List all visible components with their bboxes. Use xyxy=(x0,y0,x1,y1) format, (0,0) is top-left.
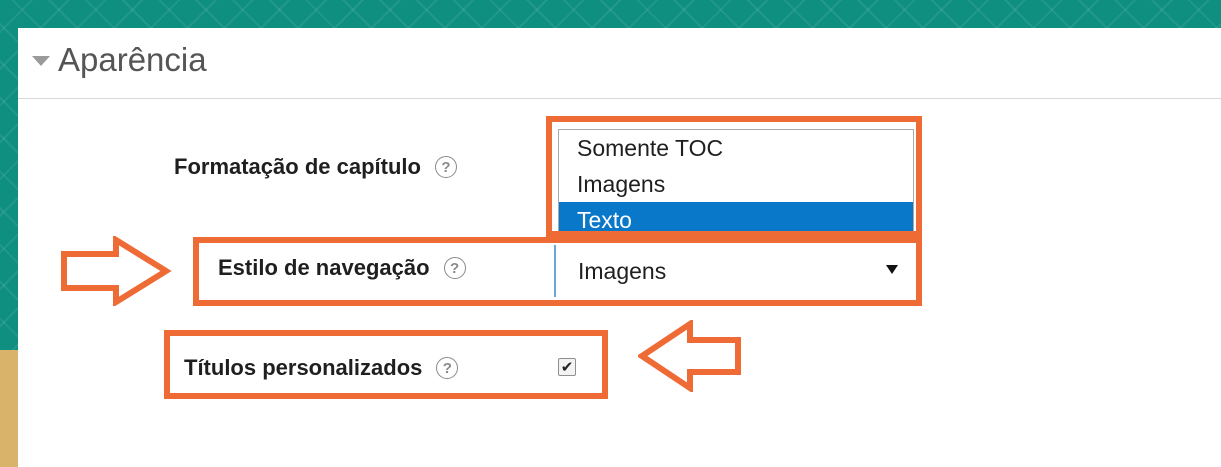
appearance-panel: Aparência Formatação de capítulo ? Somen… xyxy=(18,28,1221,467)
outline-arrow-icon xyxy=(61,236,172,306)
option-texto[interactable]: Texto xyxy=(559,202,913,238)
help-icon[interactable]: ? xyxy=(434,156,457,178)
option-somente-toc[interactable]: Somente TOC xyxy=(559,130,913,166)
section-title: Aparência xyxy=(58,41,207,78)
chapter-formatting-listbox[interactable]: Somente TOC Imagens Texto xyxy=(558,129,914,239)
custom-titles-checkbox[interactable]: ✔ xyxy=(558,358,576,376)
custom-titles-row: Títulos personalizados ? xyxy=(184,355,459,381)
custom-titles-label: Títulos personalizados xyxy=(184,355,423,380)
caret-down-icon[interactable] xyxy=(32,56,50,66)
section-divider xyxy=(18,98,1221,99)
help-icon[interactable]: ? xyxy=(436,357,459,379)
section-header[interactable]: Aparência xyxy=(32,38,207,82)
navigation-style-select[interactable]: Imagens xyxy=(554,245,916,297)
chapter-formatting-row: Formatação de capítulo ? xyxy=(174,154,457,180)
chapter-formatting-label: Formatação de capítulo xyxy=(174,154,421,179)
dropdown-arrow-icon[interactable] xyxy=(886,265,898,274)
option-imagens[interactable]: Imagens xyxy=(559,166,913,202)
help-icon[interactable]: ? xyxy=(443,257,466,279)
navigation-style-row: Estilo de navegação ? xyxy=(218,255,466,281)
checkmark-icon: ✔ xyxy=(560,358,574,376)
navigation-style-label: Estilo de navegação xyxy=(218,255,430,280)
outline-arrow-icon xyxy=(638,320,741,392)
navigation-style-value: Imagens xyxy=(578,257,667,284)
